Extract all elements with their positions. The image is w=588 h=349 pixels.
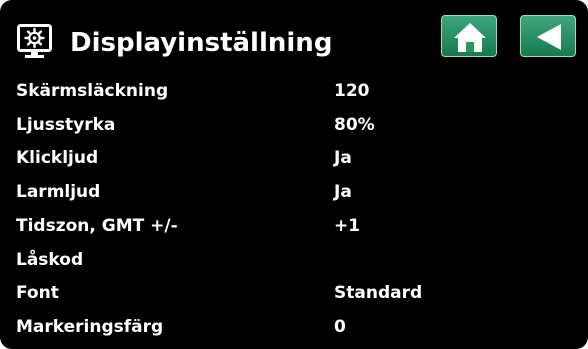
setting-value: 80%	[334, 115, 375, 135]
setting-label: Skärmsläckning	[16, 81, 169, 101]
setting-value: +1	[334, 216, 361, 236]
setting-row-click-sound[interactable]: Klickljud Ja	[0, 141, 588, 175]
setting-label: Tidszon, GMT +/-	[16, 216, 178, 236]
setting-row-brightness[interactable]: Ljusstyrka 80%	[0, 108, 588, 142]
back-button[interactable]	[520, 15, 576, 57]
setting-row-timezone[interactable]: Tidszon, GMT +/- +1	[0, 209, 588, 243]
setting-label: Ljusstyrka	[16, 115, 116, 135]
setting-row-alarm-sound[interactable]: Larmljud Ja	[0, 175, 588, 209]
setting-label: Larmljud	[16, 182, 101, 202]
setting-value: 120	[334, 81, 370, 101]
setting-label: Låskod	[16, 250, 84, 270]
page-title: Displayinställning	[70, 28, 333, 58]
setting-value: 0	[334, 317, 346, 337]
setting-label: Klickljud	[16, 148, 99, 168]
home-button[interactable]	[441, 15, 497, 57]
setting-row-font[interactable]: Font Standard	[0, 276, 588, 310]
setting-value: Ja	[334, 182, 352, 202]
display-monitor-icon	[17, 24, 52, 59]
setting-row-screen-timeout[interactable]: Skärmsläckning 120	[0, 74, 588, 108]
setting-value: Ja	[334, 148, 352, 168]
setting-label: Markeringsfärg	[16, 317, 164, 337]
setting-row-lock-code[interactable]: Låskod	[0, 243, 588, 277]
setting-label: Font	[16, 283, 59, 303]
header-bar: Displayinställning	[0, 0, 588, 74]
display-settings-screen: Displayinställning Skärmsläckning 120 Lj…	[0, 0, 588, 349]
setting-row-highlight-color[interactable]: Markeringsfärg 0	[0, 310, 588, 344]
setting-value: Standard	[334, 283, 423, 303]
